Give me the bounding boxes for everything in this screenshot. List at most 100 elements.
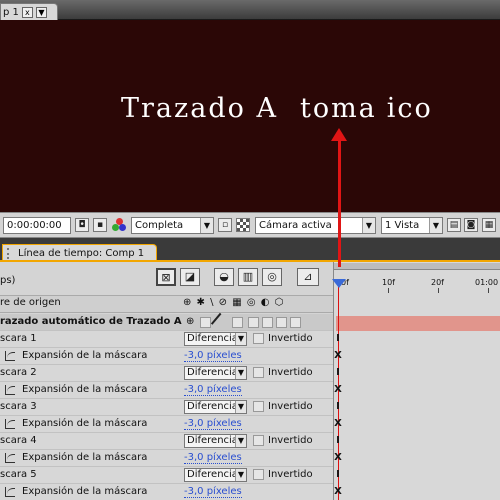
mask-name[interactable]: scara 2 [0, 367, 37, 378]
fps-readout: ps) [0, 275, 16, 286]
mask-name[interactable]: scara 1 [0, 333, 37, 344]
expansion-value[interactable]: -3,0 píxeles [184, 384, 242, 396]
keyframe-marker[interactable]: X [334, 452, 342, 463]
expansion-label: Expansión de la máscara [22, 384, 148, 395]
overlay-text-part-5: i [386, 93, 398, 124]
current-time-indicator-head[interactable] [332, 279, 346, 288]
keyframe-marker[interactable]: I [334, 333, 342, 344]
mask-expansion-row[interactable]: Expansión de la máscara -3,0 píxeles [0, 382, 333, 399]
views-dropdown[interactable]: 1 Vista ▼ [381, 217, 443, 234]
composition-tab-label: p 1 [3, 6, 19, 18]
tab-close-button[interactable]: x [21, 6, 33, 18]
inverted-checkbox[interactable] [253, 435, 264, 446]
timeline-tab-bar: Línea de tiempo: Comp 1 [0, 238, 500, 262]
collapse-switch[interactable] [200, 317, 211, 328]
mask-mode-value: Diferencia [187, 367, 238, 378]
inverted-label: Invertido [268, 367, 313, 378]
channel-icon[interactable] [111, 218, 127, 232]
timecode-field[interactable]: 0:00:00:00 [3, 217, 71, 234]
grip-icon[interactable] [7, 248, 14, 259]
expansion-value[interactable]: -3,0 píxeles [184, 418, 242, 430]
keyframe-marker[interactable]: I [334, 401, 342, 412]
show-snapshot-icon[interactable]: ▪ [93, 218, 107, 232]
switches-column-header: ⊕ ✱ \ ⊘ ▦ ◎ ◐ ⬡ [183, 297, 285, 308]
source-name-column-header[interactable]: re de origen [0, 297, 61, 308]
graph-toggle-icon[interactable] [5, 351, 15, 361]
composition-tab[interactable]: p 1 x ▼ [0, 3, 58, 20]
expansion-value[interactable]: -3,0 píxeles [184, 350, 242, 362]
draft-3d-icon[interactable]: ◪ [180, 268, 200, 286]
mask-expansion-row[interactable]: Expansión de la máscara -3,0 píxeles [0, 484, 333, 500]
tab-menu-button[interactable]: ▼ [35, 6, 47, 18]
inverted-label: Invertido [268, 435, 313, 446]
hide-shy-layers-icon[interactable]: ◒ [214, 268, 234, 286]
mask-mode-dropdown[interactable]: Diferencia ▼ [184, 434, 247, 448]
motion-blur-switch[interactable] [262, 317, 273, 328]
region-of-interest-icon[interactable]: ▫ [218, 218, 232, 232]
expansion-label: Expansión de la máscara [22, 486, 148, 497]
keyframe-marker[interactable]: X [334, 418, 342, 429]
quality-switch-icon[interactable] [210, 312, 230, 332]
keyframe-marker[interactable]: X [334, 486, 342, 497]
mask-mode-dropdown[interactable]: Diferencia ▼ [184, 366, 247, 380]
snapshot-icon[interactable]: ◘ [75, 218, 89, 232]
mask-expansion-row[interactable]: Expansión de la máscara -3,0 píxeles [0, 416, 333, 433]
mask-row[interactable]: scara 1 Diferencia ▼ Invertido [0, 331, 333, 348]
mask-expansion-row[interactable]: Expansión de la máscara -3,0 píxeles [0, 348, 333, 365]
keyframe-marker[interactable]: X [334, 350, 342, 361]
mask-mode-dropdown[interactable]: Diferencia ▼ [184, 468, 247, 482]
mask-expansion-row[interactable]: Expansión de la máscara -3,0 píxeles [0, 450, 333, 467]
mask-name[interactable]: scara 3 [0, 401, 37, 412]
layer-row[interactable]: razado automático de Trazado A ⊕ [0, 312, 333, 332]
keyframe-marker[interactable]: I [334, 469, 342, 480]
expansion-value[interactable]: -3,0 píxeles [184, 486, 242, 498]
camera-dropdown[interactable]: Cámara activa ▼ [255, 217, 376, 234]
effect-switch[interactable] [232, 317, 243, 328]
inverted-checkbox[interactable] [253, 401, 264, 412]
graph-toggle-icon[interactable] [5, 453, 15, 463]
shy-switch-icon[interactable]: ⊕ [186, 316, 194, 327]
mask-row[interactable]: scara 3 Diferencia ▼ Invertido [0, 399, 333, 416]
frame-blend-switch[interactable] [248, 317, 259, 328]
ruler-tick [388, 288, 389, 293]
mask-row[interactable]: scara 2 Diferencia ▼ Invertido [0, 365, 333, 382]
mask-row[interactable]: scara 5 Diferencia ▼ Invertido [0, 467, 333, 484]
graph-toggle-icon[interactable] [5, 385, 15, 395]
timeline-toggle-icon[interactable]: ▦ [482, 218, 496, 232]
layer-name[interactable]: razado automático de Trazado A [0, 316, 182, 327]
keyframe-marker[interactable]: I [334, 435, 342, 446]
keyframe-marker[interactable]: X [334, 384, 342, 395]
resolution-dropdown[interactable]: Completa ▼ [131, 217, 214, 234]
fast-previews-icon[interactable]: ◙ [464, 218, 478, 232]
timeline-graph-area[interactable] [333, 262, 500, 500]
inverted-checkbox[interactable] [253, 469, 264, 480]
composition-button-icon[interactable]: ⊠ [156, 268, 176, 286]
keyframe-marker[interactable]: I [334, 367, 342, 378]
timeline-tab-label: Línea de tiempo: Comp 1 [18, 248, 145, 259]
work-area-bar[interactable] [334, 263, 500, 270]
expansion-label: Expansión de la máscara [22, 418, 148, 429]
transparency-grid-icon[interactable] [236, 218, 250, 232]
graph-editor-icon[interactable]: ⊿ [297, 268, 319, 286]
frame-blending-icon[interactable]: ▥ [238, 268, 258, 286]
mask-name[interactable]: scara 4 [0, 435, 37, 446]
expansion-value[interactable]: -3,0 píxeles [184, 452, 242, 464]
mask-name[interactable]: scara 5 [0, 469, 37, 480]
layer-duration-bar[interactable] [336, 316, 500, 331]
inverted-checkbox[interactable] [253, 333, 264, 344]
resolution-value: Completa [135, 220, 184, 231]
graph-toggle-icon[interactable] [5, 487, 15, 497]
adjustment-switch[interactable] [276, 317, 287, 328]
toggle-pixel-aspect-icon[interactable]: ▤ [447, 218, 461, 232]
mask-hole [277, 95, 300, 124]
mask-mode-dropdown[interactable]: Diferencia ▼ [184, 400, 247, 414]
motion-blur-icon[interactable]: ◎ [262, 268, 282, 286]
inverted-checkbox[interactable] [253, 367, 264, 378]
mask-hole [376, 95, 387, 124]
3d-layer-switch[interactable] [290, 317, 301, 328]
mask-row[interactable]: scara 4 Diferencia ▼ Invertido [0, 433, 333, 450]
graph-toggle-icon[interactable] [5, 419, 15, 429]
mask-mode-dropdown[interactable]: Diferencia ▼ [184, 332, 247, 346]
overlay-text-part-2: zado A [174, 93, 278, 124]
annotation-arrow-head [331, 128, 347, 141]
